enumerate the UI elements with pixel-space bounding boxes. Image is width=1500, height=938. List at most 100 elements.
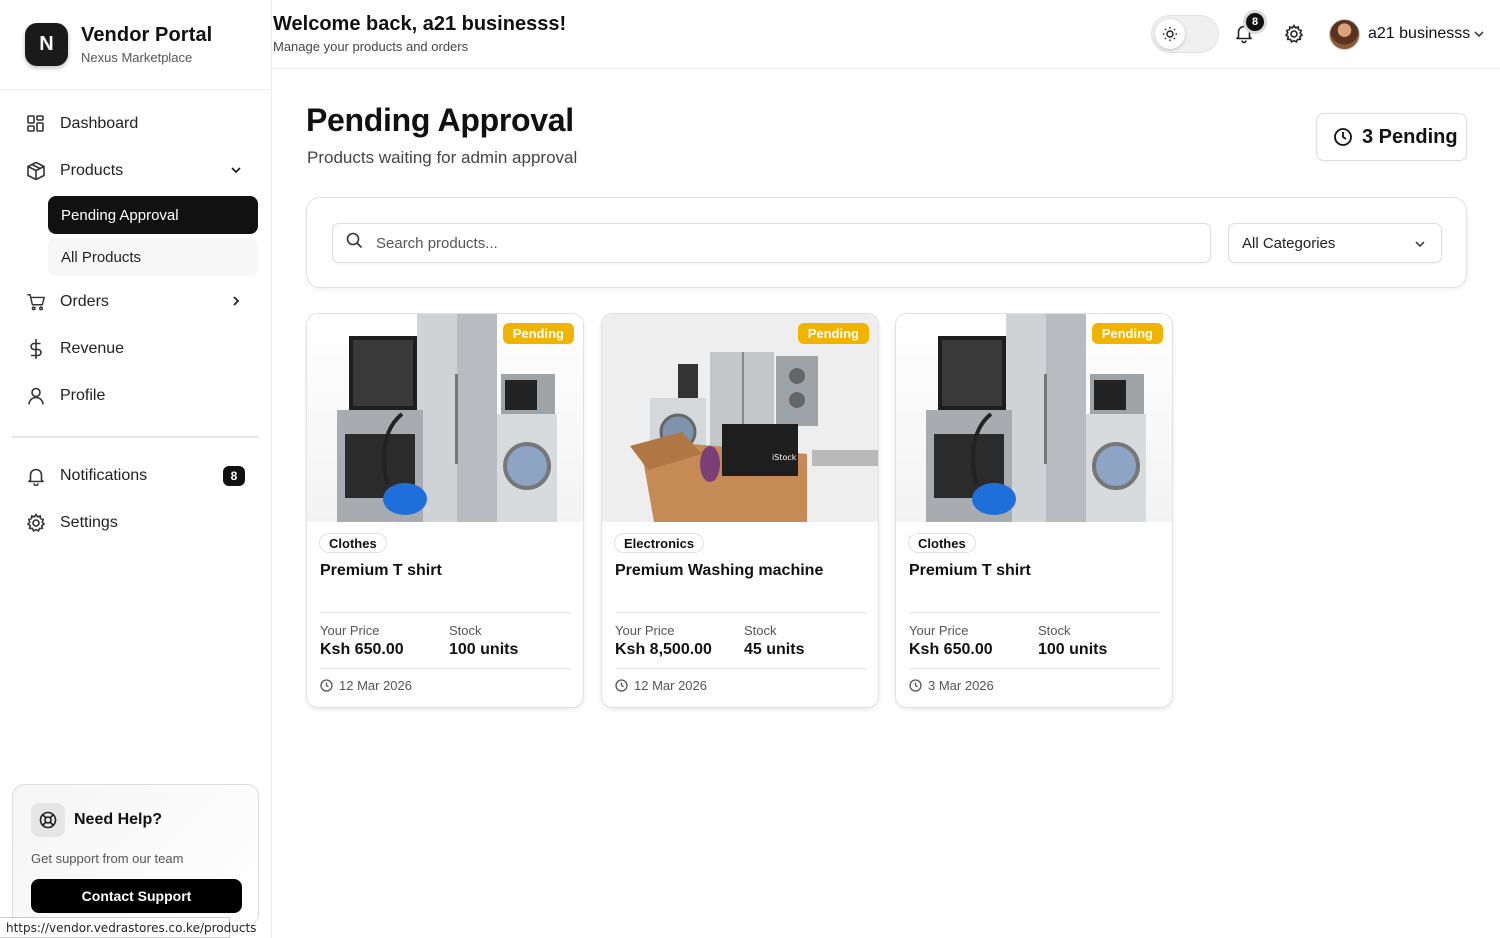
divider: [615, 612, 867, 613]
chevron-down-icon: [1413, 237, 1427, 255]
price-label: Your Price: [320, 623, 380, 638]
sidebar-item-label: Notifications: [60, 467, 148, 484]
product-name: Premium T shirt: [909, 562, 1031, 579]
price-label: Your Price: [909, 623, 969, 638]
gear-icon: [26, 513, 46, 533]
divider: [320, 668, 572, 669]
sidebar-item-profile[interactable]: Profile: [12, 374, 259, 418]
sidebar-item-label: Products: [60, 162, 124, 179]
sidebar-item-orders[interactable]: Orders: [12, 280, 259, 324]
status-badge: Pending: [502, 323, 574, 344]
sidebar-item-products[interactable]: Products: [12, 149, 259, 193]
divider: [320, 612, 572, 613]
user-name[interactable]: a21 businesss: [1368, 25, 1470, 43]
stock-label: Stock: [1038, 623, 1071, 638]
brand[interactable]: N Vendor Portal Nexus Marketplace: [0, 0, 271, 90]
search-input[interactable]: [376, 234, 1196, 252]
sidebar-item-label: Profile: [60, 387, 106, 404]
help-card: Need Help? Get support from our team Con…: [12, 784, 259, 926]
package-icon: [26, 161, 46, 181]
welcome-title: Welcome back, a21 businesss!: [273, 13, 567, 35]
category-select[interactable]: All Categories: [1228, 223, 1442, 263]
clock-icon: [909, 679, 922, 692]
product-date: 12 Mar 2026: [615, 678, 707, 693]
stock-label: Stock: [449, 623, 482, 638]
sidebar-nav: Dashboard Products Pending Approval All …: [0, 90, 271, 545]
lifebuoy-icon: [31, 803, 65, 837]
settings-gear-icon[interactable]: [1284, 24, 1304, 49]
clock-icon: [320, 679, 333, 692]
sun-icon: [1155, 19, 1185, 49]
sidebar-item-label: Settings: [60, 514, 118, 531]
dollar-icon: [26, 339, 46, 359]
products-submenu: Pending Approval All Products: [12, 196, 259, 276]
product-image: iStock Pending: [602, 314, 878, 522]
welcome-subtitle: Manage your products and orders: [273, 39, 469, 54]
price-value: Ksh 8,500.00: [615, 641, 712, 658]
product-date: 3 Mar 2026: [909, 678, 994, 693]
cart-icon: [26, 292, 46, 312]
chevron-down-icon[interactable]: [1472, 27, 1486, 46]
sidebar-item-settings[interactable]: Settings: [12, 501, 259, 545]
sidebar-item-pending-approval[interactable]: Pending Approval: [48, 196, 258, 234]
chevron-right-icon: [229, 294, 243, 313]
sidebar-item-label: Revenue: [60, 340, 125, 357]
sidebar-item-dashboard[interactable]: Dashboard: [12, 102, 259, 146]
category-badge: Clothes: [319, 533, 387, 553]
product-card[interactable]: Pending Clothes Premium T shirt Your Pri…: [895, 313, 1173, 708]
clock-icon: [615, 679, 628, 692]
price-value: Ksh 650.00: [909, 641, 993, 658]
theme-toggle[interactable]: [1151, 15, 1219, 53]
sidebar-item-all-products[interactable]: All Products: [48, 238, 258, 276]
product-name: Premium Washing machine: [615, 562, 824, 579]
pending-count-badge: 3 Pending: [1316, 113, 1467, 161]
divider: [615, 668, 867, 669]
divider: [909, 668, 1161, 669]
product-date-text: 3 Mar 2026: [928, 678, 994, 693]
sidebar-item-notifications[interactable]: Notifications 8: [12, 454, 259, 498]
sidebar-item-label: Orders: [60, 293, 109, 310]
help-title: Need Help?: [74, 811, 163, 828]
notification-count-badge: 8: [1243, 10, 1267, 34]
contact-support-button[interactable]: Contact Support: [31, 879, 242, 913]
page-title: Pending Approval: [306, 102, 574, 138]
status-badge: Pending: [797, 323, 869, 344]
category-badge: Electronics: [614, 533, 705, 553]
search-box[interactable]: [332, 223, 1211, 263]
help-subtitle: Get support from our team: [31, 851, 184, 866]
product-date-text: 12 Mar 2026: [339, 678, 412, 693]
brand-name: Vendor Portal: [81, 24, 213, 46]
sidebar-item-label: Dashboard: [60, 115, 139, 132]
filter-bar: All Categories: [306, 197, 1467, 288]
status-badge: Pending: [1091, 323, 1163, 344]
user-icon: [26, 386, 46, 406]
brand-logo: N: [25, 23, 68, 66]
category-select-value: All Categories: [1242, 234, 1336, 252]
product-date: 12 Mar 2026: [320, 678, 412, 693]
sidebar-item-revenue[interactable]: Revenue: [12, 327, 259, 371]
grid-icon: [26, 114, 46, 134]
price-label: Your Price: [615, 623, 675, 638]
top-header: Welcome back, a21 businesss! Manage your…: [272, 0, 1500, 69]
clock-icon: [1333, 127, 1353, 147]
stock-label: Stock: [744, 623, 777, 638]
svg-text:iStock: iStock: [772, 453, 797, 462]
stock-value: 100 units: [449, 641, 519, 658]
bell-icon: [26, 466, 46, 486]
category-badge: Clothes: [908, 533, 976, 553]
search-icon: [346, 232, 363, 254]
page-subtitle: Products waiting for admin approval: [307, 148, 578, 167]
avatar[interactable]: [1329, 19, 1360, 50]
product-card[interactable]: Pending Clothes Premium T shirt Your Pri…: [306, 313, 584, 708]
product-image: Pending: [896, 314, 1172, 522]
product-image: Pending: [307, 314, 583, 522]
notifications-badge: 8: [223, 466, 245, 486]
product-card[interactable]: iStock Pending Electronics Premium Washi…: [601, 313, 879, 708]
stock-value: 45 units: [744, 641, 805, 658]
product-date-text: 12 Mar 2026: [634, 678, 707, 693]
price-value: Ksh 650.00: [320, 641, 404, 658]
divider: [909, 612, 1161, 613]
pending-count-label: 3 Pending: [1362, 125, 1458, 148]
sidebar-divider: [12, 436, 259, 438]
stock-value: 100 units: [1038, 641, 1108, 658]
